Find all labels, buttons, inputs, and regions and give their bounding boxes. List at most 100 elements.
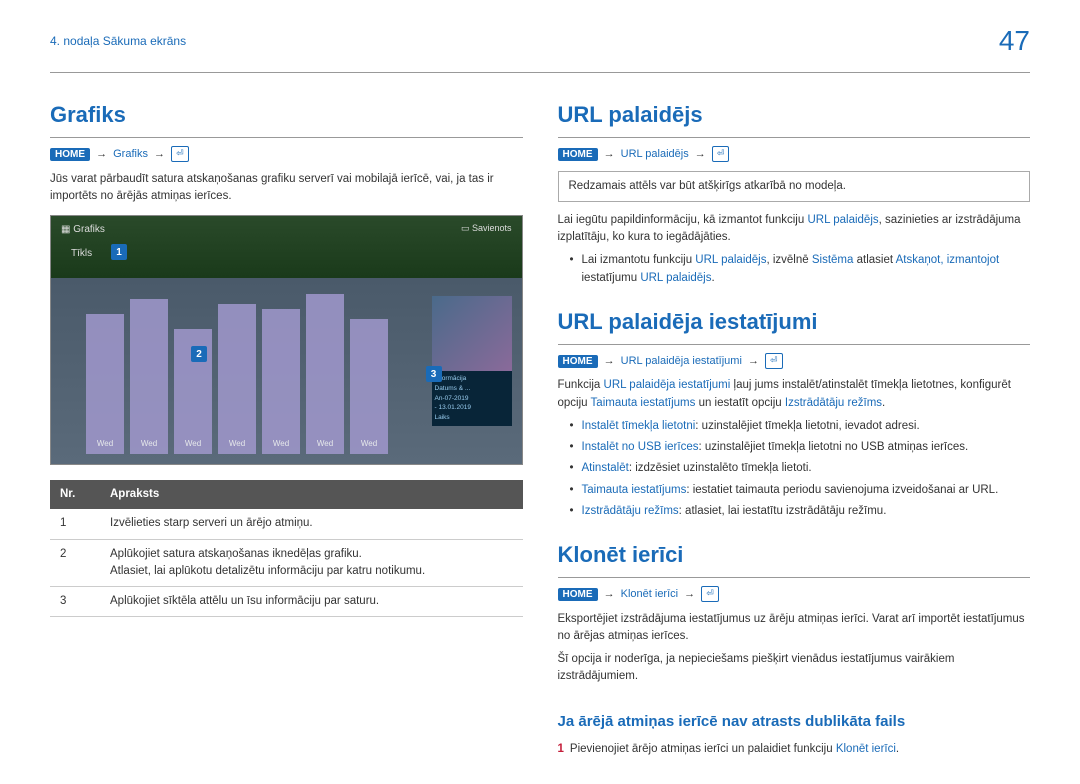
home-badge: HOME [50,148,90,161]
info-panel: Informācija Datums & ... An-07-2019 - 13… [432,371,512,426]
cell-nr: 3 [50,587,100,617]
home-badge: HOME [558,588,598,601]
subsection-title: Ja ārējā atmiņas ierīcē nav atrasts dubl… [558,711,1031,734]
crumb-link: URL palaidēja iestatījumi [621,355,742,367]
th-desc: Apraksts [100,480,523,509]
list-item: Instalēt no USB ierīces: uzinstalējiet t… [570,439,1031,456]
crumb-link: Grafiks [113,148,148,160]
table-row: 2 Aplūkojiet satura atskaņošanas iknedēļ… [50,539,523,587]
text: . [896,743,899,755]
chapter-label: 4. nodaļa Sākuma ekrāns [50,32,186,50]
inline-link: Klonēt ierīci [836,743,896,755]
info-line: Datums & ... [435,384,509,394]
enter-icon: ⏎ [701,586,719,602]
cell-desc: Izvēlieties starp serveri un ārējo atmiņ… [100,509,523,539]
side-panel: Informācija Datums & ... An-07-2019 - 13… [432,296,512,441]
body-text: Funkcija URL palaidēja iestatījumi ļauj … [558,377,1031,412]
breadcrumb-clone: HOME → Klonēt ierīci → ⏎ [558,586,1031,603]
screenshot-title: Grafiks [61,222,105,237]
option-text: : izdzēsiet uzinstalēto tīmekļa lietoti. [629,462,812,474]
info-line: An-07-2019 [435,394,509,404]
arrow-icon: → [604,588,615,600]
body-text: Šī opcija ir noderīga, ja nepieciešams p… [558,651,1031,686]
enter-icon: ⏎ [171,146,189,162]
screenshot-status: ▭ Savienots [461,222,512,236]
inline-link: Atskaņot, izmantojot [896,254,1000,266]
callout-1: 1 [111,244,127,260]
numbered-step: 1 Pievienojiet ārējo atmiņas ierīci un pa… [558,741,1031,758]
enter-icon: ⏎ [712,146,730,162]
arrow-icon: → [748,355,759,367]
option-text: : uzinstalējiet tīmekļa lietotni, ievado… [695,420,919,432]
cell-nr: 2 [50,539,100,587]
breadcrumb-url: HOME → URL palaidējs → ⏎ [558,146,1031,163]
text: un iestatīt opciju [695,397,785,409]
step-number: 1 [558,743,564,755]
inline-link: URL palaidējs [695,254,766,266]
list-item: Atinstalēt: izdzēsiet uzinstalēto tīmekļ… [570,460,1031,477]
text: atlasiet [853,254,895,266]
right-column: URL palaidējs HOME → URL palaidējs → ⏎ R… [558,98,1031,764]
option-label: Izstrādātāju režīms [582,505,679,517]
callout-3: 3 [426,366,442,382]
thumbnail-placeholder [432,296,512,371]
text: Lai iegūtu papildinformāciju, kā izmanto… [558,214,808,226]
schedule-screenshot: Grafiks ▭ Savienots Tīkls 1 Wed Wed Wed … [50,215,523,465]
text: , izvēlnē [766,254,811,266]
page-number: 47 [999,20,1030,62]
intro-text: Jūs varat pārbaudīt satura atskaņošanas … [50,171,523,206]
home-badge: HOME [558,148,598,161]
screenshot-tab: Tīkls [71,246,92,261]
body-text: Lai iegūtu papildinformāciju, kā izmanto… [558,212,1031,247]
option-label: Instalēt tīmekļa lietotni [582,420,696,432]
inline-link: URL palaidējs [807,214,878,226]
table-row: 3 Aplūkojiet sīktēla attēlu un īsu infor… [50,587,523,617]
description-table: Nr. Apraksts 1 Izvēlieties starp serveri… [50,480,523,617]
arrow-icon: → [96,148,107,160]
section-divider [558,577,1031,578]
section-title-grafiks: Grafiks [50,98,523,131]
option-label: Taimauta iestatījums [582,484,687,496]
arrow-icon: → [604,148,615,160]
inline-link: URL palaidēja iestatījumi [604,379,731,391]
home-badge: HOME [558,355,598,368]
breadcrumb-url-settings: HOME → URL palaidēja iestatījumi → ⏎ [558,353,1031,370]
breadcrumb-grafiks: HOME → Grafiks → ⏎ [50,146,523,163]
bar: Wed [306,294,344,454]
text: . [711,272,714,284]
info-line: Laiks [435,413,509,423]
enter-icon: ⏎ [765,353,783,369]
option-text: : atlasiet, lai iestatītu izstrādātāju r… [679,505,887,517]
arrow-icon: → [154,148,165,160]
inline-link: URL palaidējs [640,272,711,284]
info-title: Informācija [435,374,509,384]
section-divider [50,137,523,138]
section-title-clone: Klonēt ierīci [558,538,1031,571]
inline-link: Sistēma [812,254,854,266]
bars-area: Wed Wed Wed Wed Wed Wed Wed [86,276,422,454]
section-title-url-settings: URL palaidēja iestatījumi [558,305,1031,338]
cell-desc: Aplūkojiet sīktēla attēlu un īsu informā… [100,587,523,617]
list-item: Instalēt tīmekļa lietotni: uzinstalējiet… [570,418,1031,435]
th-nr: Nr. [50,480,100,509]
inline-link: Izstrādātāju režīms [785,397,882,409]
bar: Wed [86,314,124,454]
left-column: Grafiks HOME → Grafiks → ⏎ Jūs varat pār… [50,98,523,764]
text: Funkcija [558,379,604,391]
arrow-icon: → [695,148,706,160]
arrow-icon: → [604,355,615,367]
bar: Wed [218,304,256,454]
option-text: : iestatiet taimauta periodu savienojuma… [686,484,998,496]
cell-nr: 1 [50,509,100,539]
section-divider [558,344,1031,345]
list-item: Lai izmantotu funkciju URL palaidējs, iz… [570,252,1031,287]
option-text: : uzinstalējiet tīmekļa lietotni no USB … [698,441,968,453]
crumb-link: Klonēt ierīci [621,588,678,600]
text: . [882,397,885,409]
callout-2: 2 [191,346,207,362]
bar: Wed [262,309,300,454]
cell-desc: Aplūkojiet satura atskaņošanas iknedēļas… [100,539,523,587]
text: Pievienojiet ārējo atmiņas ierīci un pal… [570,743,836,755]
arrow-icon: → [684,588,695,600]
list-item: Taimauta iestatījums: iestatiet taimauta… [570,482,1031,499]
